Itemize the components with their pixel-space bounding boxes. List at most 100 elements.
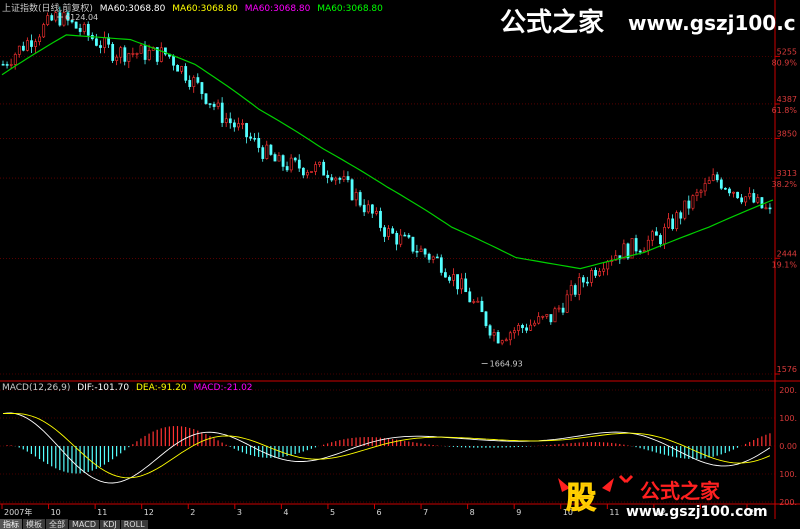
time-tick-label: 3 <box>237 508 242 517</box>
ma-item-2: MA60:3068.80 <box>172 4 238 14</box>
candle-body <box>135 53 139 55</box>
candle-body <box>354 192 358 201</box>
candle-body <box>289 157 293 171</box>
candle-body <box>326 174 330 178</box>
candle-body <box>115 56 119 61</box>
candle-body <box>687 200 691 209</box>
candle-body <box>74 21 78 29</box>
candle-body <box>147 50 151 60</box>
candle-body <box>220 102 224 123</box>
candle-body <box>756 197 760 203</box>
candle-body <box>58 12 62 26</box>
tab-template[interactable]: 模板 <box>23 519 46 529</box>
candle-body <box>159 47 163 62</box>
candle-body <box>586 281 589 284</box>
candle-body <box>569 285 573 296</box>
candle-body <box>407 235 411 238</box>
candle-body <box>419 248 423 252</box>
tab-macd[interactable]: MACD <box>69 520 100 529</box>
candle-body <box>46 15 50 25</box>
candle-body <box>310 171 313 173</box>
stock-chart-svg[interactable]: 52554387385033132444157680.9%61.8%38.2%1… <box>0 0 800 529</box>
candle-body <box>634 238 638 252</box>
macd-tick-label: 200. <box>779 386 797 395</box>
candle-body <box>671 218 675 230</box>
candle-body <box>683 200 687 219</box>
candle-body <box>277 155 281 162</box>
candle-body <box>638 250 642 253</box>
chart-window: 5255 4387 3850 3313 2444 1576 80.9% 61.8% 38.2% 1… <box>0 0 800 529</box>
time-tick-label: 2007年 <box>4 507 32 517</box>
watermark-url: www.gszj100.com <box>628 11 796 35</box>
candle-body <box>399 234 403 245</box>
candle-body <box>439 257 443 273</box>
tab-all[interactable]: 全部 <box>46 519 69 529</box>
price-tick-label: 3313 <box>777 169 797 178</box>
candle-body <box>5 64 9 66</box>
low-label: 1664.93 <box>490 360 523 369</box>
macd-tick-label: 0.00 <box>779 442 797 451</box>
candle-body <box>346 176 350 180</box>
candle-body <box>768 207 772 210</box>
candle-body <box>663 227 666 245</box>
candle-body <box>606 261 610 270</box>
candle-body <box>468 291 472 303</box>
candle-body <box>650 231 654 241</box>
candle-body <box>642 250 646 252</box>
candle-body <box>358 192 362 206</box>
candle-body <box>444 272 447 278</box>
candle-body <box>460 278 464 290</box>
candle-body <box>224 118 228 123</box>
chart-title: 上证指数(日线,前复权) <box>2 4 93 14</box>
candle-body <box>748 193 752 198</box>
candle-body <box>143 45 147 60</box>
high-label: 6124.04 <box>65 13 98 22</box>
candle-body <box>103 37 106 48</box>
candle-body <box>192 77 196 87</box>
candle-body <box>86 23 90 36</box>
candle-body <box>403 234 407 237</box>
candle-body <box>752 193 756 203</box>
tab-indicator[interactable]: 指标 <box>0 519 23 529</box>
candle-body <box>517 325 520 331</box>
candle-body <box>500 340 504 344</box>
dif-line <box>2 412 771 484</box>
candle-body <box>249 136 253 139</box>
ma-item-1: MA60:3068.80 <box>99 4 166 14</box>
candle-body <box>448 276 451 281</box>
candle-body <box>508 332 512 341</box>
watermark-name-2: 公式之家 <box>640 479 721 503</box>
candle-body <box>131 53 135 55</box>
price-header: 上证指数(日线,前复权) MA60:3068.80 MA60:3068.80 M… <box>2 1 387 14</box>
candle-body <box>525 327 528 331</box>
candle-body <box>541 315 545 318</box>
candle-body <box>342 176 346 180</box>
tab-roll[interactable]: ROLL <box>120 520 149 529</box>
candle-body <box>172 56 175 66</box>
candle-body <box>293 157 297 161</box>
watermark-top: 公式之家 www.gszj100.com <box>500 7 796 38</box>
candle-body <box>318 161 322 165</box>
candle-body <box>387 228 391 237</box>
candle-body <box>512 330 516 334</box>
candle-body <box>655 231 658 236</box>
time-tick-label: 6 <box>377 508 382 517</box>
candle-body <box>257 138 261 148</box>
candle-body <box>659 235 662 245</box>
candle-body <box>736 191 739 199</box>
macd-dif: DIF:-101.70 <box>77 383 130 393</box>
candle-body <box>728 188 731 194</box>
price-tick-label: 4387 <box>777 95 797 104</box>
candle-body <box>127 53 131 62</box>
candle-body <box>703 183 707 192</box>
candle-body <box>362 204 366 213</box>
ma-item-3: MA60:3068.80 <box>244 4 311 14</box>
tab-kdj[interactable]: KDJ <box>99 520 121 529</box>
candle-body <box>216 102 220 107</box>
candle-body <box>196 77 200 83</box>
candle-body <box>581 277 585 283</box>
candle-body <box>719 179 723 189</box>
candle-body <box>180 66 184 72</box>
candle-body <box>99 45 102 48</box>
candle-body <box>675 212 679 230</box>
